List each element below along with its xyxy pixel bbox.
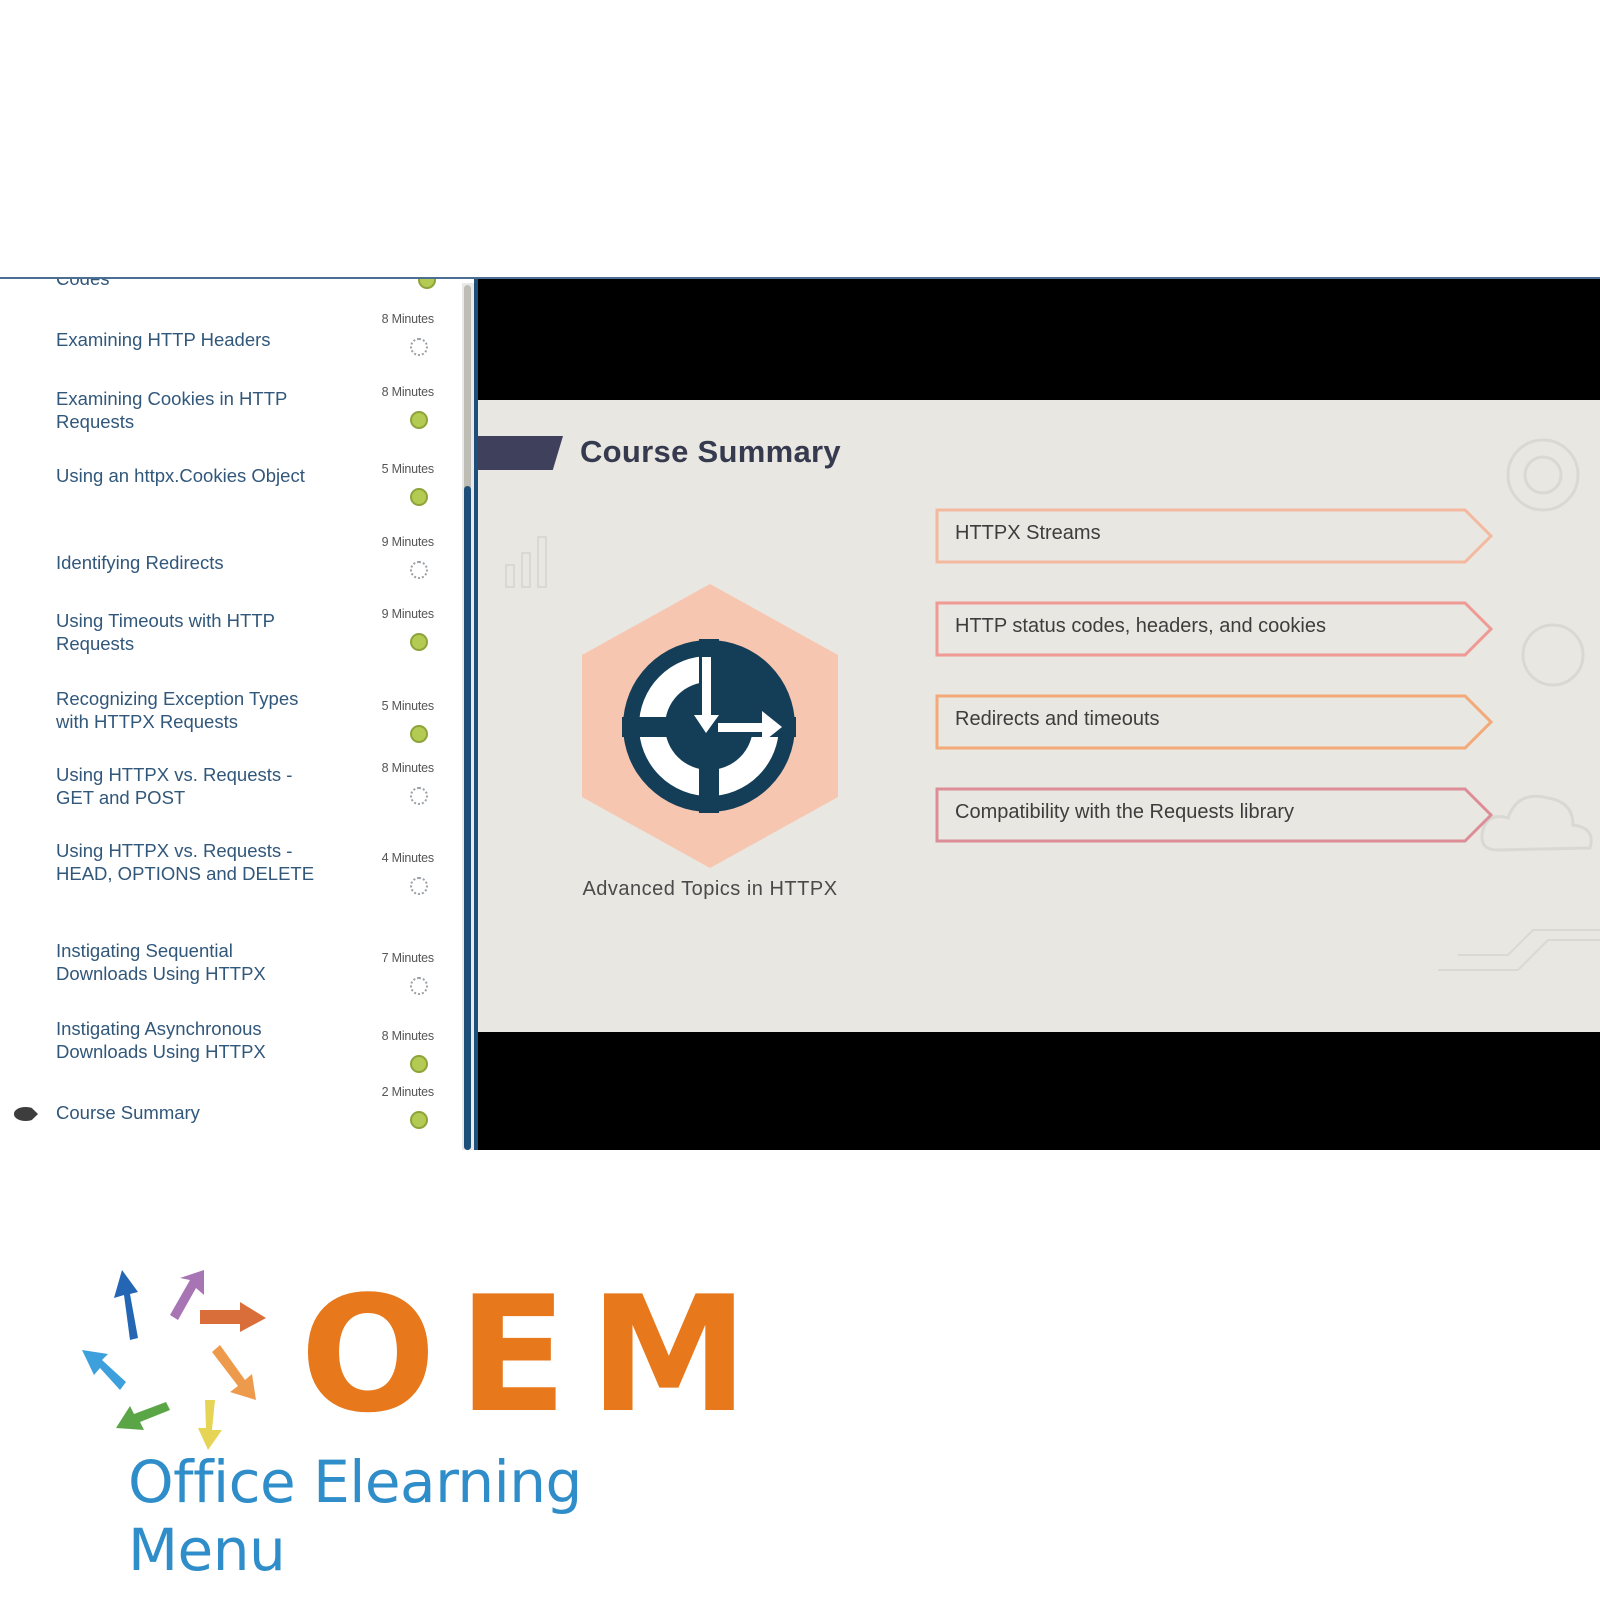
title-accent-bar <box>478 436 563 470</box>
summary-point-text: HTTP status codes, headers, and cookies <box>955 615 1326 637</box>
background-cloud-icon <box>1480 794 1593 852</box>
outline-item-duration: 4 Minutes <box>381 851 435 865</box>
course-outline-sidebar: Codes Examining HTTP Headers8 MinutesExa… <box>0 279 462 1150</box>
outline-item-title: Using HTTPX vs. Requests - GET and POST <box>56 764 293 808</box>
outline-item[interactable]: Examining Cookies in HTTP Requests 8 Minu… <box>0 385 450 463</box>
outline-item-title: Using HTTPX vs. Requests - HEAD, OPTIONS… <box>56 840 315 884</box>
summary-point: Redirects and timeouts <box>935 694 1495 750</box>
outline-item-duration: 8 Minutes <box>381 761 435 775</box>
summary-point-text: HTTPX Streams <box>955 522 1101 544</box>
completed-status-icon <box>410 633 428 651</box>
summary-point: HTTPX Streams <box>935 508 1495 564</box>
not-started-status-icon <box>410 338 428 356</box>
outline-item-title: Instigating Sequential Downloads Using H… <box>56 940 266 984</box>
completed-status-icon <box>410 725 428 743</box>
background-gear-icon <box>1521 623 1585 687</box>
outline-item-duration: 8 Minutes <box>381 385 435 399</box>
oem-logo: OEM Office Elearning Menu <box>80 1270 749 1584</box>
completed-status-icon <box>418 279 436 289</box>
outline-item[interactable]: Identifying Redirects 9 Minutes <box>0 535 450 590</box>
colorful-arrows-icon <box>82 1270 266 1450</box>
completed-status-icon <box>410 488 428 506</box>
outline-item-title: Using Timeouts with HTTP Requests <box>56 610 275 654</box>
outline-item-title: Instigating Asynchronous Downloads Using… <box>56 1018 266 1062</box>
outline-item-duration: 2 Minutes <box>381 1085 435 1099</box>
summary-point: HTTP status codes, headers, and cookies <box>935 601 1495 657</box>
not-started-status-icon <box>410 877 428 895</box>
outline-item-title: Examining HTTP Headers <box>56 329 271 350</box>
outline-item-title: Identifying Redirects <box>56 552 224 573</box>
summary-point: Compatibility with the Requests library <box>935 787 1495 843</box>
brand-name: OEM <box>300 1261 771 1448</box>
brand-tagline: Office Elearning Menu <box>128 1448 582 1584</box>
outline-item-duration: 9 Minutes <box>381 607 435 621</box>
outline-item-duration: 5 Minutes <box>381 699 435 713</box>
redirect-arrows-icon <box>622 639 796 813</box>
outline-item-duration: 5 Minutes <box>381 462 435 476</box>
outline-item-duration: 7 Minutes <box>381 951 435 965</box>
outline-item[interactable]: Using HTTPX vs. Requests - GET and POST 8… <box>0 761 450 839</box>
slide-title: Course Summary <box>580 434 841 469</box>
background-circuit-icon <box>1438 929 1600 971</box>
completed-status-icon <box>410 411 428 429</box>
completed-status-icon <box>410 1111 428 1129</box>
outline-item-title: Examining Cookies in HTTP Requests <box>56 388 287 432</box>
outline-item-duration: 8 Minutes <box>381 312 435 326</box>
outline-item[interactable]: Using an httpx.Cookies Object 5 Minutes <box>0 462 450 540</box>
not-started-status-icon <box>410 787 428 805</box>
not-started-status-icon <box>410 977 428 995</box>
background-gear-icon <box>1506 438 1580 512</box>
outline-item-duration: 8 Minutes <box>381 1029 435 1043</box>
outline-item[interactable]: Examining HTTP Headers 8 Minutes <box>0 312 450 367</box>
background-chart-icon <box>505 536 547 588</box>
outline-item-title: Recognizing Exception Types with HTTPX R… <box>56 688 299 732</box>
slide-content: Course Summary Advanced Topics in HTTPX … <box>478 400 1600 1032</box>
outline-item-title: Course Summary <box>56 1102 200 1123</box>
outline-item[interactable]: Using Timeouts with HTTP Requests 9 Minut… <box>0 607 450 685</box>
not-started-status-icon <box>410 561 428 579</box>
scrollbar-thumb[interactable] <box>464 486 471 1150</box>
outline-item-title: Codes <box>56 279 326 290</box>
completed-status-icon <box>410 1055 428 1073</box>
current-item-marker-icon <box>14 1107 38 1121</box>
summary-point-text: Compatibility with the Requests library <box>955 801 1295 823</box>
outline-item-partial[interactable]: Codes <box>0 279 450 297</box>
outline-item-duration: 9 Minutes <box>381 535 435 549</box>
course-caption: Advanced Topics in HTTPX <box>582 878 838 900</box>
outline-item[interactable]: Using HTTPX vs. Requests - HEAD, OPTIONS… <box>0 839 450 938</box>
outline-item-title: Using an httpx.Cookies Object <box>56 465 305 486</box>
summary-point-text: Redirects and timeouts <box>955 708 1160 730</box>
outline-item[interactable]: Course Summary 2 Minutes <box>0 1085 450 1140</box>
